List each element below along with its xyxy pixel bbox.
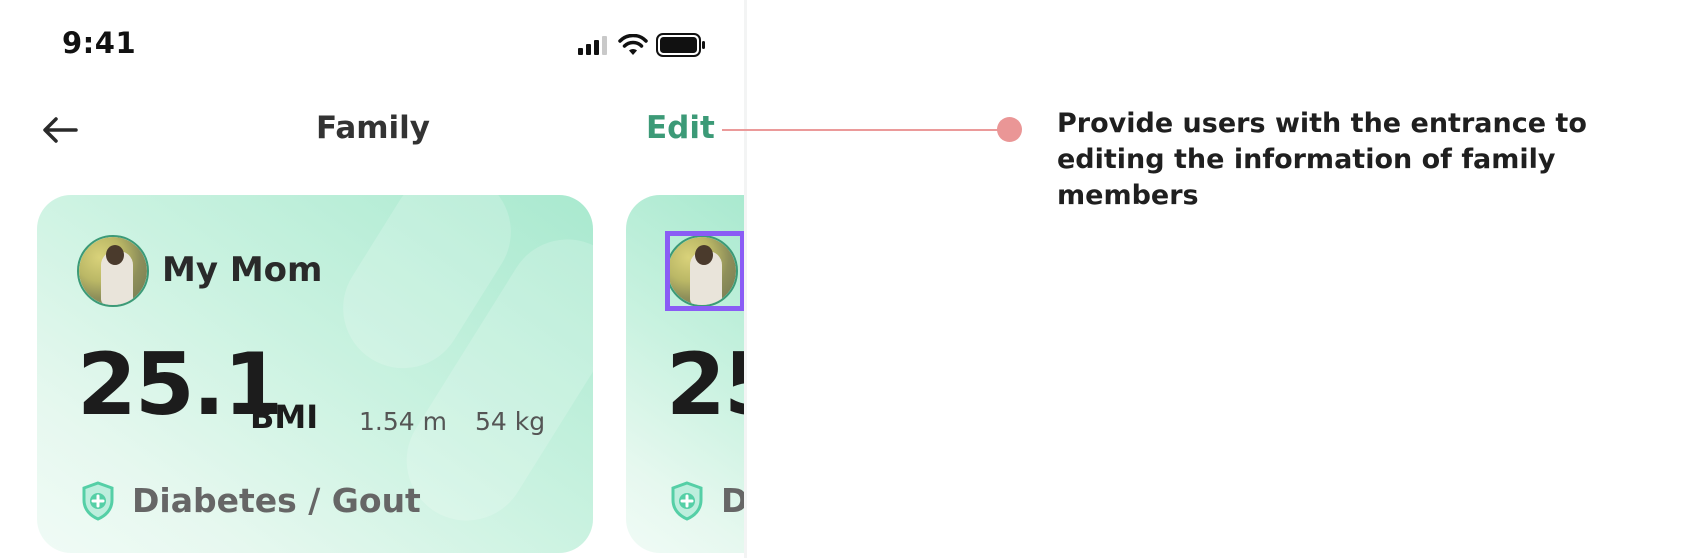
- bmi-label: BMI: [250, 398, 319, 436]
- status-icons: [578, 30, 706, 60]
- status-time: 9:41: [62, 26, 137, 60]
- health-conditions: D: [721, 481, 746, 520]
- height-value: 1.54 m: [359, 407, 447, 436]
- weight-value: 54 kg: [475, 407, 546, 436]
- phone-edge: [744, 0, 747, 558]
- edit-button[interactable]: Edit: [646, 110, 715, 146]
- annotation-dot: [997, 117, 1022, 142]
- avatar[interactable]: [77, 235, 149, 307]
- shield-plus-icon: [671, 481, 703, 521]
- page-title: Family: [315, 110, 431, 146]
- member-name: My Mom: [162, 250, 323, 290]
- health-conditions: Diabetes / Gout: [132, 481, 421, 520]
- bmi-value: 25: [666, 335, 746, 435]
- wifi-icon: [618, 34, 648, 55]
- cellular-signal-icon: [578, 36, 607, 55]
- battery-icon: [656, 33, 705, 57]
- selection-highlight: [665, 231, 745, 311]
- family-member-card[interactable]: My Mom 25.1 BMI 1.54 m 54 kg Diabetes / …: [37, 195, 593, 553]
- annotation-text: Provide users with the entrance to editi…: [1057, 108, 1587, 211]
- shield-plus-icon: [82, 481, 114, 521]
- annotation-line: [722, 129, 1010, 131]
- phone-screen: 9:41 Family Edit My Mom 25.1 BMI 1.54 m …: [0, 0, 746, 558]
